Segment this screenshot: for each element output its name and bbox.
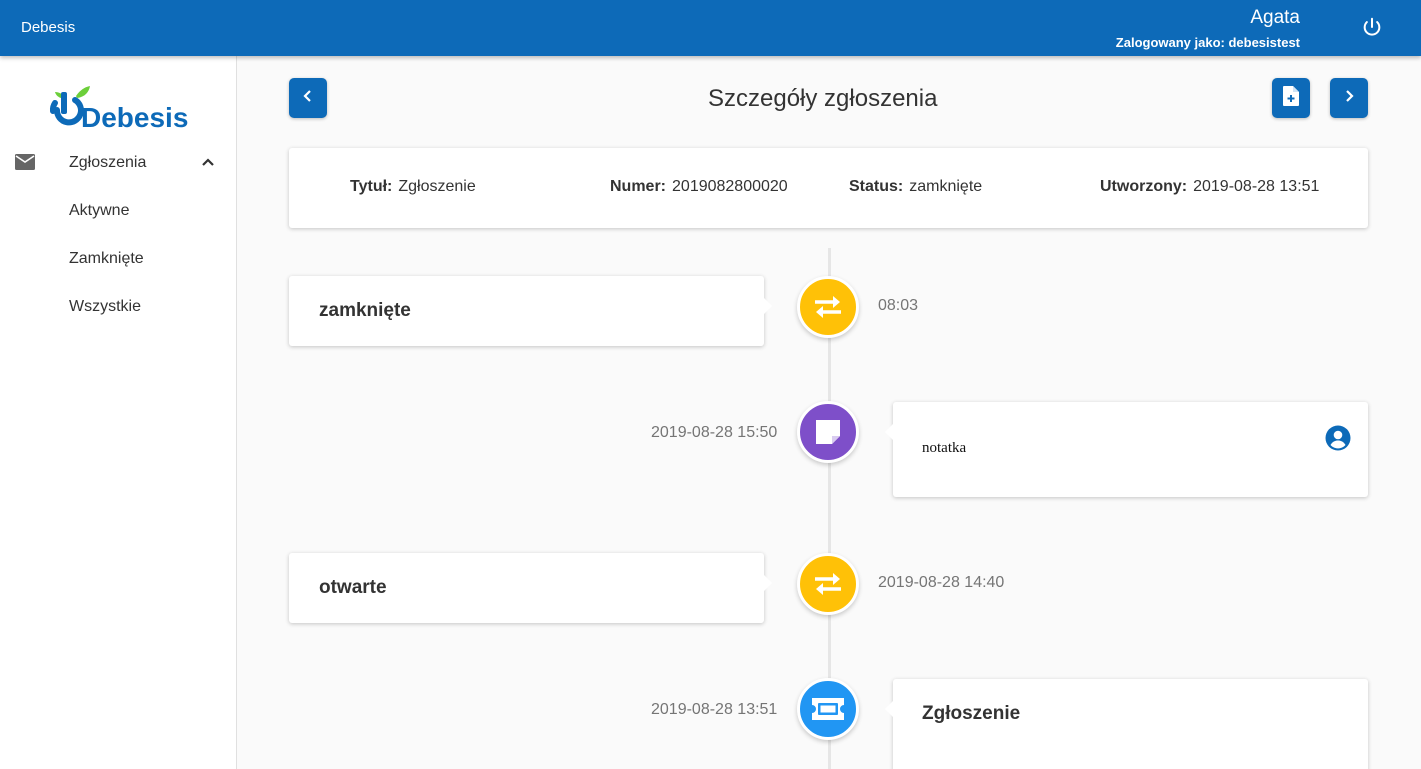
ticket-number-label: Numer: — [610, 178, 667, 195]
ticket-card: Zgłoszenie — [885, 679, 1368, 769]
login-info: Zalogowany jako: debesistest — [1115, 35, 1300, 50]
event-time: 2019-08-28 15:50 — [651, 424, 778, 441]
timeline-event-card: otwarte — [289, 553, 772, 623]
sidebar-item-closed[interactable]: Zamknięte — [69, 250, 144, 268]
mail-icon — [15, 154, 35, 170]
account-circle-icon[interactable] — [1325, 425, 1351, 451]
ticket-created-field: Utworzony: 2019-08-28 13:51 — [1100, 178, 1319, 196]
ticket-icon — [797, 678, 859, 740]
ticket-card-title: Zgłoszenie — [922, 703, 1021, 724]
event-status-text: zamknięte — [319, 300, 411, 321]
note-icon — [797, 401, 859, 463]
next-button[interactable] — [1330, 78, 1368, 118]
sidebar: Debesis Zgłoszenia Aktywne Zamknięte Wsz… — [0, 56, 237, 769]
user-info: Agata Zalogowany jako: debesistest — [1116, 7, 1300, 50]
page-title: Szczegóły zgłoszenia — [708, 85, 938, 112]
chevron-right-icon — [1343, 89, 1355, 108]
ticket-created-label: Utworzony: — [1100, 178, 1188, 195]
chevron-left-icon — [302, 89, 314, 108]
app-bar: Debesis Agata Zalogowany jako: debesiste… — [0, 0, 1421, 56]
ticket-created-value: 2019-08-28 13:51 — [1193, 178, 1320, 195]
ticket-status-value: zamknięte — [909, 178, 983, 195]
ticket-status-label: Status: — [849, 178, 904, 195]
nav-group-tickets[interactable]: Zgłoszenia — [0, 146, 236, 180]
swap-arrows-icon — [797, 276, 859, 338]
timeline-event-card: zamknięte — [289, 276, 772, 346]
file-add-icon — [1282, 85, 1300, 112]
ticket-number-field: Numer: 2019082800020 — [610, 178, 788, 196]
app-brand: Debesis — [21, 19, 76, 36]
event-time: 2019-08-28 13:51 — [651, 701, 778, 718]
user-name: Agata — [1250, 7, 1300, 28]
ticket-info-card: Tytuł: Zgłoszenie Numer: 2019082800020 Sta… — [289, 148, 1368, 228]
sidebar-item-all[interactable]: Wszystkie — [69, 298, 141, 316]
swap-arrows-icon — [797, 553, 859, 615]
power-icon[interactable] — [1361, 16, 1383, 38]
event-time: 2019-08-28 14:40 — [878, 574, 1005, 591]
ticket-number-value: 2019082800020 — [672, 178, 788, 195]
debesis-logo: Debesis — [35, 74, 200, 134]
sidebar-item-active[interactable]: Aktywne — [69, 202, 129, 220]
ticket-status-field: Status: zamknięte — [849, 178, 982, 196]
ticket-title-label: Tytuł: — [350, 178, 393, 195]
nav-group-label: Zgłoszenia — [69, 154, 147, 171]
prev-button[interactable] — [289, 78, 327, 118]
add-file-button[interactable] — [1272, 78, 1310, 118]
ticket-title-value: Zgłoszenie — [398, 178, 476, 195]
note-text: notatka — [922, 440, 967, 456]
event-status-text: otwarte — [319, 577, 387, 598]
logo-text: Debesis — [81, 102, 188, 133]
note-card: notatka — [885, 402, 1368, 497]
event-time: 08:03 — [878, 297, 919, 314]
ticket-title-field: Tytuł: Zgłoszenie — [350, 178, 476, 196]
chevron-up-icon[interactable] — [200, 155, 216, 169]
